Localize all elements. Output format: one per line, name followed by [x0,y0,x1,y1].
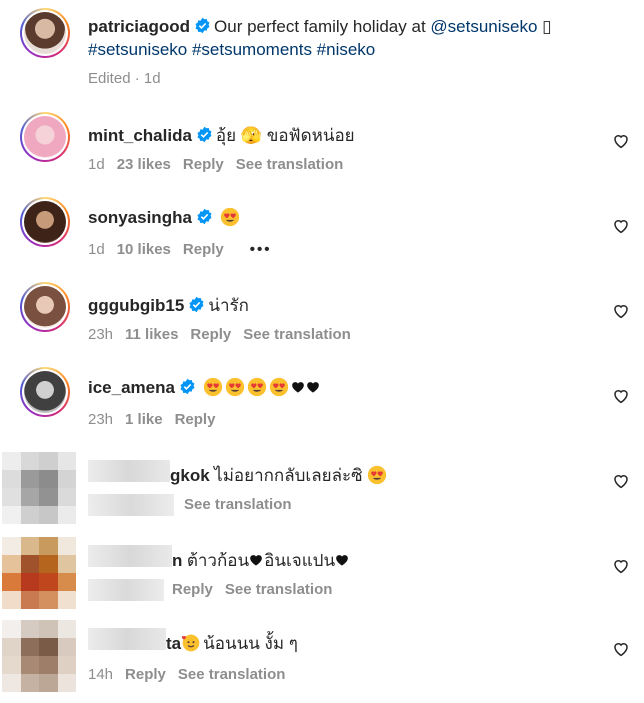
comment-text: ต้าวก้อน [186,551,250,570]
see-translation-button[interactable]: See translation [243,326,351,343]
verified-icon [197,208,212,225]
comment-text: น้อนนน งั้ม ๆ [203,634,298,653]
verified-icon [197,126,212,143]
comment-username[interactable]: ta [166,634,181,653]
verified-icon [195,17,210,34]
avatar[interactable] [20,112,70,162]
comment-item: ta น้อนนน งั้ม ๆ 14h Reply See translation [0,620,644,703]
caption-edited: Edited · 1d [88,70,161,87]
caption-text: Our perfect family holiday at [214,17,431,36]
like-heart-icon[interactable] [612,640,630,658]
reply-button[interactable]: Reply [183,241,224,258]
blurred-username [88,545,172,567]
comment-likes[interactable]: 23 likes [117,156,171,173]
reply-button[interactable]: Reply [125,666,166,683]
comment-text: อุ้ย 🫣 ขอฟัดหน่อย [215,126,355,145]
like-heart-icon[interactable] [612,302,630,320]
black-heart-icon [307,382,320,393]
comment-username[interactable]: sonyasingha [88,208,192,227]
comment-time: 23h [88,326,114,343]
caption-hashtags[interactable]: #setsuniseko #setsumoments #niseko [88,40,375,59]
see-translation-button[interactable]: See translation [178,666,286,683]
verified-icon [180,378,195,395]
comment-likes[interactable]: 1 like [125,411,163,428]
like-heart-icon[interactable] [612,557,630,575]
avatar[interactable] [20,197,70,247]
avatar[interactable] [20,282,70,332]
caption-mention[interactable]: @setsuniseko [430,17,537,36]
comment-username[interactable]: gkok [170,466,210,485]
reply-button[interactable]: Reply [175,411,216,428]
comment-text: ไม่อยากกลับเลยล่ะซิ [214,466,363,485]
reply-button[interactable]: Reply [183,156,224,173]
reply-button[interactable]: Reply [172,581,213,598]
see-translation-button[interactable]: See translation [236,156,344,173]
heart-eyes-emoji-icon [221,207,240,227]
like-heart-icon[interactable] [612,217,630,235]
comment-item: n ต้าวก้อน อินเจแปน Reply See translation [0,537,644,622]
heart-eyes-emoji-icon [367,465,387,485]
comment-item: ice_amena 23h 1 like Reply [20,365,640,450]
comment-item: mint_chalida อุ้ย 🫣 ขอฟัดหน่อย 1d 23 likes… [20,110,640,195]
more-options-button[interactable]: ••• [250,241,272,258]
comment-username[interactable]: mint_chalida [88,126,192,145]
comment-time: 14h [88,666,114,683]
comment-username[interactable]: ice_amena [88,378,175,397]
smiling-face-with-hearts-emoji-icon [181,634,200,652]
blurred-username [88,628,166,650]
heart-eyes-emoji-icon [270,377,289,397]
comment-username[interactable]: n [172,551,182,570]
see-translation-button[interactable]: See translation [184,496,292,513]
comment-item: gggubgib15 น่ารัก 23h 11 likes Reply See tra… [20,280,640,365]
avatar[interactable] [20,367,70,417]
heart-eyes-emoji-icon [204,377,223,397]
blurred-meta [88,579,164,601]
comment-username[interactable]: gggubgib15 [88,296,184,315]
black-heart-icon [336,555,348,566]
black-heart-icon [250,555,262,566]
pixelated-avatar [2,452,76,524]
verified-icon [189,296,204,313]
heart-eyes-emoji-icon [248,377,267,397]
avatar[interactable] [20,8,70,58]
reply-button[interactable]: Reply [190,326,231,343]
comment-item: sonyasingha 1d 10 likes Reply ••• [20,195,640,280]
comment-item: gkok ไม่อยากกลับเลยล่ะซิ See translation [0,452,644,537]
comment-time: 1d [88,241,105,258]
like-heart-icon[interactable] [612,132,630,150]
heart-eyes-emoji-icon [226,377,245,397]
pixelated-avatar [2,620,76,692]
comment-time: 23h [88,411,114,428]
comment-time: 1d [88,156,105,173]
comment-likes[interactable]: 11 likes [125,326,178,343]
post-caption: patriciagood Our perfect family holiday a… [20,8,624,98]
comment-likes[interactable]: 10 likes [117,241,171,258]
blurred-meta [88,494,174,516]
comment-text: น่ารัก [208,296,249,315]
like-heart-icon[interactable] [612,387,630,405]
blurred-username [88,460,170,482]
black-heart-icon [292,382,305,393]
caption-username[interactable]: patriciagood [88,17,190,36]
like-heart-icon[interactable] [612,472,630,490]
comment-text: อินเจแปน [264,551,336,570]
pixelated-avatar [2,537,76,609]
see-translation-button[interactable]: See translation [225,581,333,598]
